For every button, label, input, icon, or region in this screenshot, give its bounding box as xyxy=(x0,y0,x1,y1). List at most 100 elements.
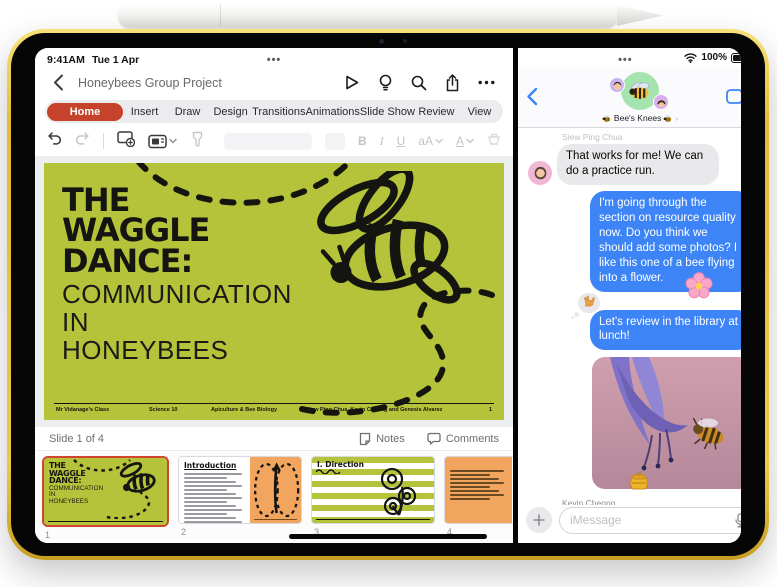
bee-flower-photo xyxy=(592,357,741,490)
battery-percent: 100% xyxy=(701,52,727,63)
footer-subject: Science 10 xyxy=(149,407,178,413)
member-avatar-icon xyxy=(653,94,669,110)
font-field[interactable] xyxy=(223,132,313,150)
text-size-button[interactable]: aA xyxy=(418,134,443,148)
received-message[interactable]: That works for me! We can do a practice … xyxy=(557,144,719,185)
format-paint-icon[interactable] xyxy=(190,131,205,152)
imessage-input[interactable] xyxy=(560,513,735,527)
slide-subtitle[interactable]: COMMUNICATION IN HONEYBEES xyxy=(62,280,292,364)
wifi-icon xyxy=(684,52,698,63)
sent-message[interactable]: I'm going through the section on resourc… xyxy=(590,190,741,292)
slide-thumbnail-2[interactable]: Introduction xyxy=(178,456,302,524)
ipad-bezel: 9:41AM Tue 1 Apr ••• Honeybees Group Pro… xyxy=(11,33,765,556)
messages-statusbar: ••• 100% xyxy=(518,48,741,67)
dictation-mic-icon[interactable] xyxy=(735,512,741,528)
apple-pencil-tip xyxy=(617,5,663,26)
tab-draw[interactable]: Draw xyxy=(166,103,209,121)
tab-transitions[interactable]: Transitions xyxy=(252,103,305,121)
thumb2-heading: Introduction xyxy=(184,461,237,470)
font-size-field[interactable] xyxy=(325,132,345,150)
multitask-menu-icon[interactable]: ••• xyxy=(618,54,633,66)
slide-canvas: THE WAGGLE DANCE: COMMUNICATION IN HONEY… xyxy=(35,156,513,427)
bee-icon xyxy=(663,114,672,122)
imessage-field[interactable] xyxy=(559,506,741,534)
sender-name: Siew Ping Chua xyxy=(562,132,623,142)
status-date: Tue 1 Apr xyxy=(91,53,140,66)
slide-layout-button[interactable] xyxy=(148,134,177,149)
conversation: Siew Ping Chua That works for me! We can… xyxy=(518,128,741,505)
home-indicator[interactable] xyxy=(289,534,487,539)
photo-message[interactable] xyxy=(592,357,741,490)
back-chevron-icon[interactable] xyxy=(526,87,538,111)
front-sensor xyxy=(403,39,407,43)
more-icon[interactable] xyxy=(474,79,499,86)
member-avatar-icon xyxy=(609,77,625,93)
slide-1[interactable]: THE WAGGLE DANCE: COMMUNICATION IN HONEY… xyxy=(44,163,504,420)
keynote-status-row: Slide 1 of 4 Notes Comments xyxy=(35,427,513,451)
thumb2-number: 2 xyxy=(181,527,187,537)
bee-drawing[interactable] xyxy=(290,171,470,326)
bee-icon xyxy=(602,114,611,122)
slide-thumbnail-1[interactable]: THE WAGGLE DANCE: COMMUNICATION IN HONEY… xyxy=(42,456,169,527)
flower-sticker[interactable] xyxy=(684,271,714,304)
front-camera xyxy=(379,39,384,44)
comments-button[interactable]: Comments xyxy=(427,432,499,445)
multitask-menu-icon[interactable]: ••• xyxy=(267,54,282,66)
tab-insert[interactable]: Insert xyxy=(123,103,166,121)
notes-button[interactable]: Notes xyxy=(359,432,405,446)
group-avatar[interactable] xyxy=(609,72,671,112)
slide-thumbnail-4[interactable] xyxy=(444,456,513,524)
honey-pot-sticker[interactable] xyxy=(628,470,650,495)
message-composer xyxy=(518,505,741,543)
underline-button[interactable]: U xyxy=(397,134,406,148)
tab-slideshow[interactable]: Slide Show xyxy=(360,103,415,121)
stage: 9:41AM Tue 1 Apr ••• Honeybees Group Pro… xyxy=(0,0,777,587)
sent-message[interactable]: Let's review in the library at lunch! xyxy=(590,309,741,351)
apple-pencil xyxy=(118,3,618,28)
tab-home[interactable]: Home xyxy=(47,102,123,121)
tab-design[interactable]: Design xyxy=(209,103,252,121)
battery-icon xyxy=(731,52,741,63)
ribbon-tabs: Home Insert Draw Design Transitions Anim… xyxy=(45,100,503,123)
tapback-reaction[interactable] xyxy=(574,292,600,317)
messages-app: ••• 100% Bee's Knees › Siew Ping Chua Th… xyxy=(518,48,741,543)
slide-title[interactable]: THE WAGGLE DANCE: xyxy=(62,184,292,277)
back-chevron-icon[interactable] xyxy=(49,73,68,92)
plus-button[interactable] xyxy=(526,507,552,533)
lightbulb-icon[interactable] xyxy=(374,73,397,92)
thumb3-flowers xyxy=(380,467,417,516)
italic-button[interactable]: I xyxy=(380,134,384,149)
thumb2-diagram xyxy=(249,457,301,523)
document-title: Honeybees Group Project xyxy=(78,75,222,90)
play-button[interactable] xyxy=(340,73,364,92)
screen: 9:41AM Tue 1 Apr ••• Honeybees Group Pro… xyxy=(35,48,741,543)
share-icon[interactable] xyxy=(441,73,464,93)
keynote-statusbar: 9:41AM Tue 1 Apr ••• xyxy=(35,48,513,67)
group-name[interactable]: Bee's Knees › xyxy=(518,113,741,123)
status-time: 9:41AM xyxy=(47,53,85,66)
text-color-button[interactable]: A xyxy=(456,134,474,148)
footer-topic: Apiculture & Bee Biology xyxy=(211,407,278,413)
search-icon[interactable] xyxy=(407,74,431,92)
messages-header: Bee's Knees › xyxy=(518,67,741,128)
thumb1-number: 1 xyxy=(45,530,51,540)
undo-button[interactable] xyxy=(47,131,62,151)
slide-thumbnail-3[interactable]: I. Direction xyxy=(311,456,435,524)
keynote-toolbar: B I U aA A xyxy=(35,126,513,156)
bold-button[interactable]: B xyxy=(358,134,367,148)
thumb4-diagram xyxy=(512,457,513,523)
tab-animations[interactable]: Animations xyxy=(305,103,359,121)
slide-count-label: Slide 1 of 4 xyxy=(49,432,105,445)
tab-view[interactable]: View xyxy=(458,103,501,121)
slide-filmstrip: THE WAGGLE DANCE: COMMUNICATION IN HONEY… xyxy=(35,451,513,543)
redo-button[interactable] xyxy=(75,131,90,151)
footer-class: Mr Vidanage's Class xyxy=(56,407,110,413)
keynote-navbar: Honeybees Group Project xyxy=(35,67,513,98)
sender-name: Kevin Cheong xyxy=(562,498,616,505)
video-call-icon[interactable] xyxy=(726,89,741,109)
tab-review[interactable]: Review xyxy=(415,103,458,121)
keynote-app: 9:41AM Tue 1 Apr ••• Honeybees Group Pro… xyxy=(35,48,513,543)
add-slide-button[interactable] xyxy=(117,130,135,152)
siew-avatar-icon[interactable] xyxy=(528,160,552,185)
fill-color-icon[interactable] xyxy=(487,132,501,151)
